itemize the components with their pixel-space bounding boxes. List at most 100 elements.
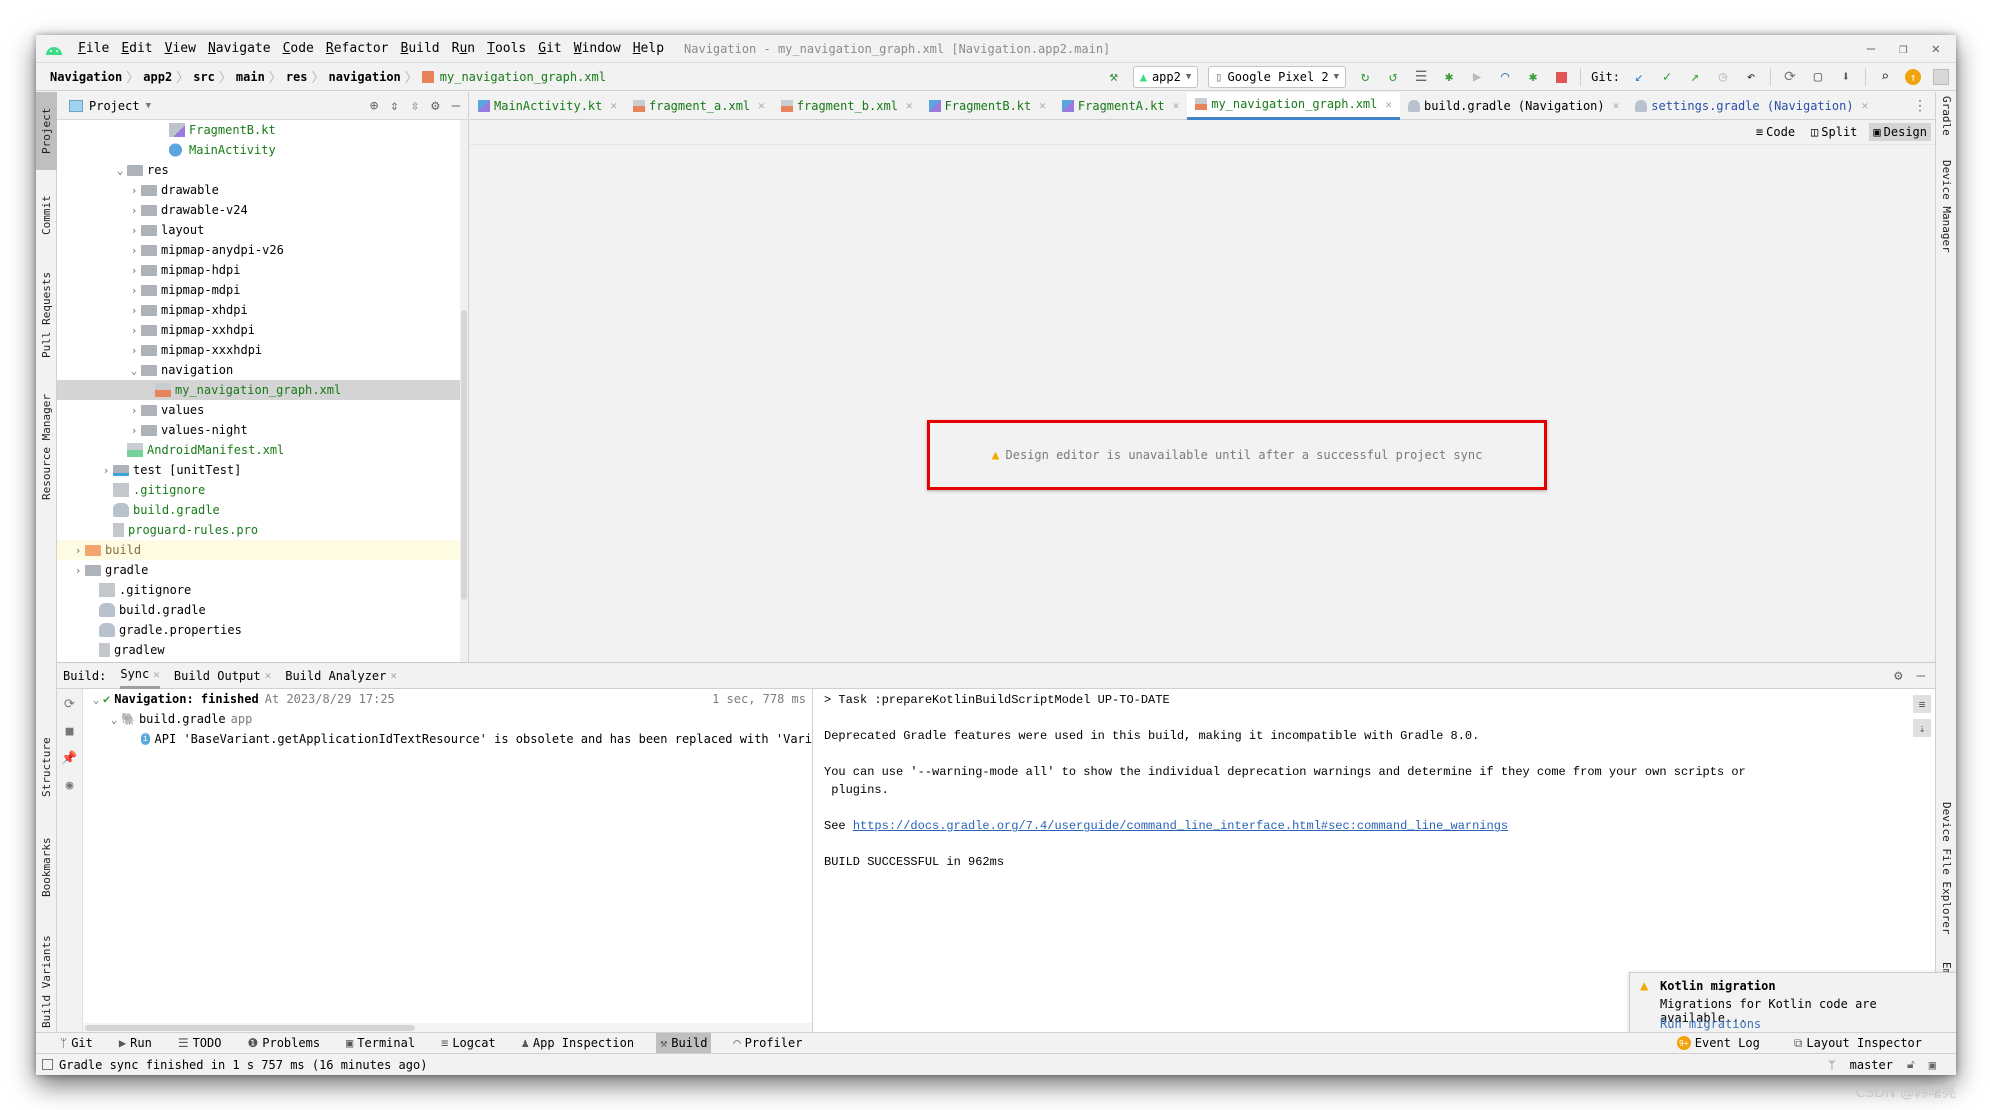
close-tab-icon[interactable]: ✕ (1385, 98, 1392, 111)
attach-debugger-icon[interactable]: ✱ (1524, 68, 1542, 86)
breadcrumb-item[interactable]: res (282, 70, 312, 84)
debug-icon[interactable]: ✱ (1440, 68, 1458, 86)
tree-row[interactable]: › mipmap-anydpi-v26 (57, 240, 468, 260)
git-branch-label[interactable]: master (1850, 1058, 1893, 1072)
tree-row[interactable]: .gitignore (57, 480, 468, 500)
tool-window-terminal[interactable]: ▣ Terminal (342, 1033, 419, 1054)
tree-row[interactable]: gradlew (57, 640, 468, 660)
rollback-icon[interactable]: ↶ (1742, 68, 1760, 86)
tree-row[interactable]: › drawable-v24 (57, 200, 468, 220)
editor-tab[interactable]: my_navigation_graph.xml ✕ (1187, 91, 1401, 120)
tree-row[interactable]: ⌄ navigation (57, 360, 468, 380)
tool-window-logcat[interactable]: ≡ Logcat (437, 1033, 500, 1054)
lock-icon[interactable]: 🔓︎ (1907, 1057, 1915, 1072)
tree-row[interactable]: AndroidManifest.xml (57, 440, 468, 460)
tree-row[interactable]: › test [unitTest] (57, 460, 468, 480)
chevron-right-icon[interactable]: › (71, 544, 85, 557)
project-scrollbar[interactable] (460, 120, 468, 662)
chevron-right-icon[interactable]: › (127, 284, 141, 297)
run-list-icon[interactable]: ☰ (1412, 68, 1430, 86)
close-tab-icon[interactable]: ✕ (1039, 99, 1046, 112)
tool-window-run[interactable]: ▶ Run (115, 1033, 156, 1054)
close-tab-icon[interactable]: ✕ (906, 99, 913, 112)
eye-icon[interactable]: ◉ (66, 778, 74, 793)
breadcrumb-item[interactable]: src (189, 70, 219, 84)
breadcrumb-item[interactable]: my_navigation_graph.xml (436, 70, 610, 84)
pin-icon[interactable]: 📌 (61, 751, 77, 766)
scrollbar-thumb[interactable] (461, 310, 467, 600)
stop-icon[interactable]: ■ (66, 724, 74, 739)
apply-code-changes-icon[interactable]: ↺ (1384, 68, 1402, 86)
tool-tab-resource-manager[interactable]: Resource Manager (36, 377, 57, 517)
device-manager-icon[interactable]: ▢ (1809, 68, 1827, 86)
gear-icon[interactable]: ⚙ (1894, 668, 1902, 684)
tool-window-build[interactable]: ⚒ Build (656, 1032, 712, 1054)
hide-panel-icon[interactable]: — (452, 98, 460, 114)
close-tab-icon[interactable]: ✕ (610, 99, 617, 112)
tree-row[interactable]: my_navigation_graph.xml (57, 380, 468, 400)
soft-wrap-icon[interactable]: ≡ (1913, 695, 1931, 713)
expand-all-icon[interactable]: ⇕ (390, 98, 398, 114)
menu-window[interactable]: Window (568, 41, 627, 56)
tree-row[interactable]: › build (57, 540, 468, 560)
tree-row[interactable]: .gitignore (57, 580, 468, 600)
tool-tab-structure[interactable]: Structure (36, 722, 57, 812)
tree-row[interactable]: › values (57, 400, 468, 420)
tree-row[interactable]: › mipmap-xxxhdpi (57, 340, 468, 360)
editor-tab[interactable]: settings.gradle (Navigation) ✕ (1627, 92, 1876, 120)
close-tab-icon[interactable]: ✕ (265, 669, 272, 682)
chevron-right-icon[interactable]: › (127, 424, 141, 437)
close-tab-icon[interactable]: ✕ (1613, 99, 1620, 112)
build-tab-build-analyzer[interactable]: Build Analyzer ✕ (285, 663, 397, 689)
toggle-tool-windows-icon[interactable] (42, 1059, 53, 1070)
chevron-right-icon[interactable]: › (71, 564, 85, 577)
run-coverage-icon[interactable]: ▶ (1468, 68, 1486, 86)
tree-row[interactable]: › layout (57, 220, 468, 240)
editor-tab[interactable]: MainActivity.kt ✕ (470, 92, 625, 120)
tool-window-profiler[interactable]: ◠ Profiler (729, 1033, 806, 1054)
tool-window-event-log[interactable]: 9+ Event Log (1673, 1033, 1764, 1054)
sync-child-row[interactable]: ⌄ 🐘 build.gradle app (83, 709, 812, 729)
resync-icon[interactable]: ⟳ (64, 697, 75, 712)
close-tab-icon[interactable]: ✕ (1173, 99, 1180, 112)
editor-tab[interactable]: fragment_a.xml ✕ (625, 92, 773, 120)
tree-row[interactable]: FragmentB.kt (57, 120, 468, 140)
menu-view[interactable]: View (159, 41, 202, 56)
sdk-manager-icon[interactable]: ⬇ (1837, 68, 1855, 86)
project-view-select[interactable]: Project (89, 99, 140, 113)
menu-help[interactable]: Help (627, 41, 670, 56)
tool-window-todo[interactable]: ☰ TODO (174, 1033, 226, 1054)
chevron-down-icon[interactable]: ⌄ (127, 364, 141, 377)
tool-tab-pull-requests[interactable]: Pull Requests (36, 260, 57, 370)
status-message[interactable]: Gradle sync finished in 1 s 757 ms (16 m… (59, 1058, 427, 1072)
view-mode-design[interactable]: ▣ Design (1869, 123, 1931, 141)
hide-panel-icon[interactable]: — (1917, 668, 1925, 684)
close-tab-icon[interactable]: ✕ (390, 669, 397, 682)
breadcrumb-item[interactable]: main (232, 70, 269, 84)
chevron-right-icon[interactable]: › (127, 304, 141, 317)
chevron-right-icon[interactable]: › (127, 184, 141, 197)
menu-code[interactable]: Code (277, 41, 320, 56)
apply-changes-restart-icon[interactable]: ↻ (1356, 68, 1374, 86)
build-tab-sync[interactable]: Sync ✕ (120, 663, 160, 689)
tree-row[interactable]: build.gradle (57, 500, 468, 520)
breadcrumb-item[interactable]: app2 (139, 70, 176, 84)
editor-tab[interactable]: FragmentB.kt ✕ (921, 92, 1054, 120)
run-migrations-link[interactable]: Run migrations (1660, 1017, 1761, 1031)
tool-tab-commit[interactable]: Commit (36, 180, 57, 250)
view-mode-split[interactable]: ◫ Split (1807, 123, 1861, 141)
chevron-right-icon[interactable]: › (127, 204, 141, 217)
sync-root-row[interactable]: ⌄ ✔ Navigation: finished At 2023/8/29 17… (83, 689, 812, 709)
tree-row[interactable]: gradle.properties (57, 620, 468, 640)
git-history-icon[interactable]: ◷ (1714, 68, 1732, 86)
close-tab-icon[interactable]: ✕ (758, 99, 765, 112)
restore-button[interactable]: ❐ (1899, 41, 1907, 57)
tool-tab-device-file-explorer[interactable]: Device File Explorer (1936, 802, 1956, 942)
tree-row[interactable]: › mipmap-xxhdpi (57, 320, 468, 340)
menu-edit[interactable]: Edit (115, 41, 158, 56)
editor-tab[interactable]: build.gradle (Navigation) ✕ (1400, 92, 1627, 120)
git-commit-icon[interactable]: ✓ (1658, 68, 1676, 86)
tree-row[interactable]: › drawable (57, 180, 468, 200)
scrollbar-thumb[interactable] (85, 1025, 415, 1031)
locate-file-icon[interactable]: ⊕ (370, 98, 378, 114)
